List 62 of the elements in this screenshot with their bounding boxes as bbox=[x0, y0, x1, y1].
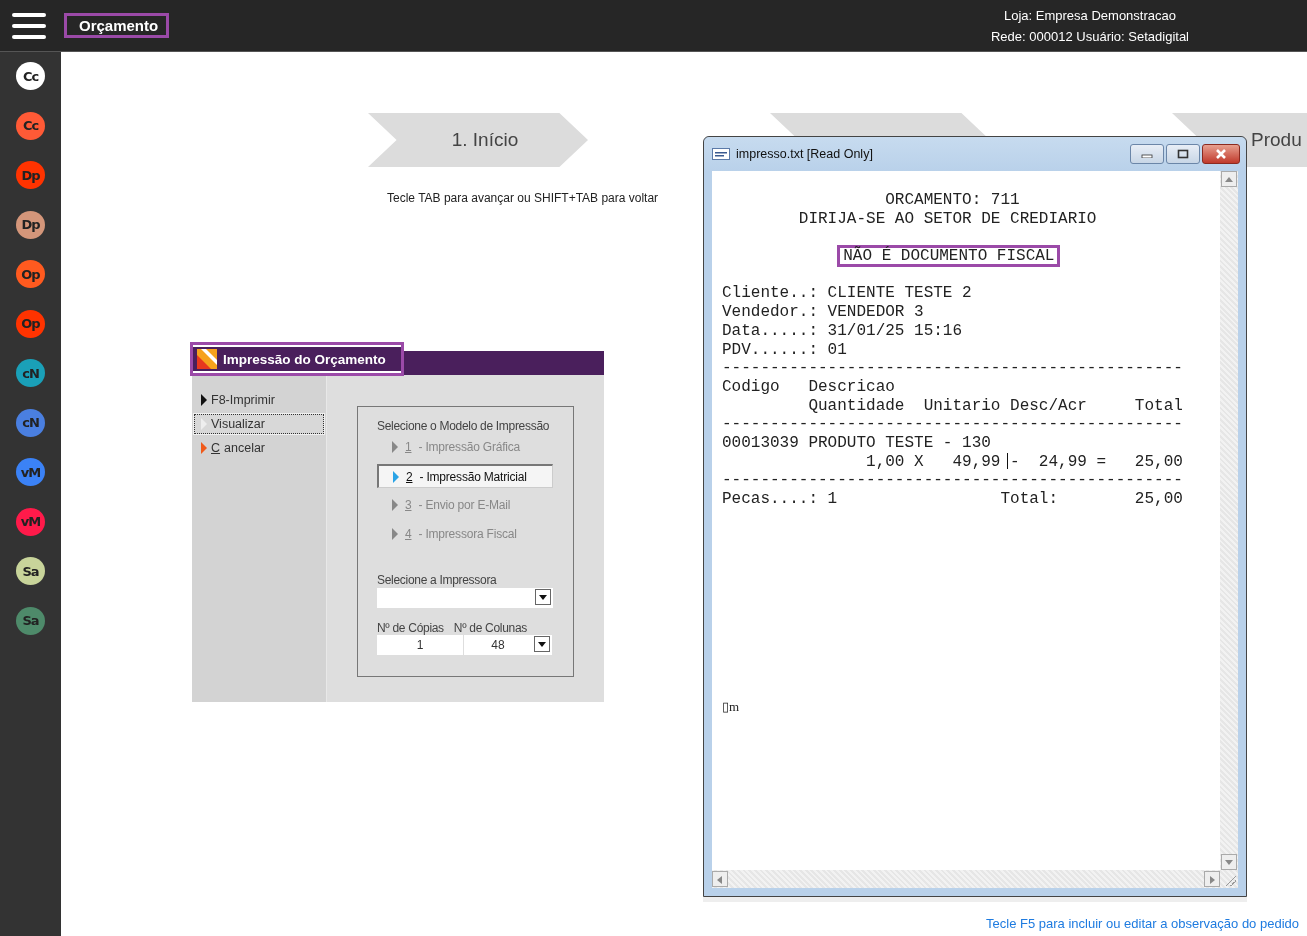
store-name: Loja: Empresa Demonstracao bbox=[1004, 6, 1176, 25]
printer-dropdown[interactable] bbox=[377, 588, 553, 608]
sidebar-button[interactable]: Cc bbox=[16, 111, 45, 140]
sidebar-button[interactable]: cN bbox=[16, 359, 45, 387]
document-icon bbox=[712, 148, 730, 160]
text-line: 00013039 PRODUTO TESTE - 130 bbox=[722, 433, 992, 453]
copies-field[interactable]: 1 bbox=[377, 635, 463, 655]
text-line: PDV......: 01 bbox=[722, 340, 848, 360]
sidebar-button[interactable]: cN bbox=[16, 408, 45, 437]
hint-text: Tecle TAB para avançar ou SHIFT+TAB para voltar bbox=[387, 191, 659, 205]
resize-grip-icon[interactable] bbox=[1224, 874, 1236, 886]
sidebar-button[interactable]: Sa bbox=[16, 557, 45, 585]
text-line: Vendedor.: VENDEDOR 3 bbox=[722, 303, 925, 322]
field-label: Nº de Cópias bbox=[377, 621, 444, 635]
text-line: ORCAMENTO: 711 bbox=[884, 191, 1021, 210]
text-line: Pecas....: 1 Total: 25,00 bbox=[722, 490, 1184, 509]
text-line: DIRIJA-SE AO SETOR DE CREDIARIO bbox=[797, 209, 1098, 229]
horizontal-scrollbar[interactable] bbox=[712, 870, 1238, 888]
window-title: impresso.txt [Read Only] bbox=[736, 147, 873, 161]
maximize-icon bbox=[1177, 149, 1189, 159]
vertical-scrollbar[interactable] bbox=[1220, 171, 1238, 870]
stray-glyph: ▯m bbox=[722, 698, 740, 715]
sidebar-button[interactable]: vM bbox=[16, 458, 45, 486]
dialog-title: Impressão do Orçamento bbox=[223, 351, 386, 367]
menu-item[interactable]: F8-Imprimir bbox=[194, 390, 324, 410]
scroll-right-icon[interactable] bbox=[1204, 871, 1220, 887]
text-line: ------------------------------------------------ bbox=[722, 359, 1184, 378]
print-option[interactable]: 4 - Impressora Fiscal bbox=[377, 522, 553, 546]
scroll-up-icon[interactable] bbox=[1221, 171, 1237, 187]
text-line: ------------------------------------------------ bbox=[722, 471, 1184, 490]
text-line: Quantidade Unitario Desc/Acr Total bbox=[807, 396, 1184, 416]
text-line: Codigo Descricao bbox=[722, 377, 896, 397]
field-label: Nº de Colunas bbox=[453, 621, 528, 635]
print-option[interactable]: 3 - Envio por E-Mail bbox=[377, 493, 553, 517]
close-button[interactable] bbox=[1202, 144, 1240, 164]
maximize-button[interactable] bbox=[1166, 144, 1200, 164]
text-line: ------------------------------------------------ bbox=[722, 415, 1184, 434]
columns-dropdown[interactable]: 48 bbox=[464, 635, 552, 655]
printer-logo-icon bbox=[197, 349, 217, 369]
scroll-left-icon[interactable] bbox=[712, 871, 728, 887]
sidebar-button[interactable]: Sa bbox=[16, 606, 45, 635]
scroll-down-icon[interactable] bbox=[1221, 854, 1237, 870]
menu-item[interactable]: C ancelar bbox=[194, 438, 324, 458]
network-user: Rede: 000012 Usuário: Setadigital bbox=[991, 27, 1189, 46]
text-line: Data.....: 31/01/25 15:16 bbox=[722, 321, 964, 341]
print-option[interactable]: 2 - Impressão Matricial bbox=[377, 464, 553, 488]
print-option[interactable]: 1 - Impressão Gráfica bbox=[377, 435, 553, 459]
close-icon bbox=[1214, 149, 1228, 159]
sidebar-button[interactable]: Dp bbox=[16, 210, 45, 239]
page-title: Orçamento bbox=[64, 13, 170, 38]
sidebar-button[interactable]: vM bbox=[16, 507, 45, 536]
observation-link[interactable]: Tecle F5 para incluir ou editar a observação do pedido bbox=[986, 916, 1299, 931]
sidebar-button[interactable]: Dp bbox=[16, 161, 45, 189]
menu-icon[interactable] bbox=[12, 12, 46, 39]
text-line: 1,00 X 49,99 - 24,99 = 25,00 bbox=[865, 452, 1184, 472]
sidebar-button[interactable]: Op bbox=[16, 309, 45, 338]
sidebar-button[interactable]: Cc bbox=[16, 62, 45, 90]
sidebar-button[interactable]: Op bbox=[16, 260, 45, 288]
field-label: Selecione a Impressora bbox=[377, 573, 497, 587]
group-title: Selecione o Modelo de Impressão bbox=[377, 419, 550, 433]
text-line: Cliente..: CLIENTE TESTE 2 bbox=[722, 284, 973, 304]
menu-item[interactable]: Visualizar bbox=[194, 414, 324, 434]
